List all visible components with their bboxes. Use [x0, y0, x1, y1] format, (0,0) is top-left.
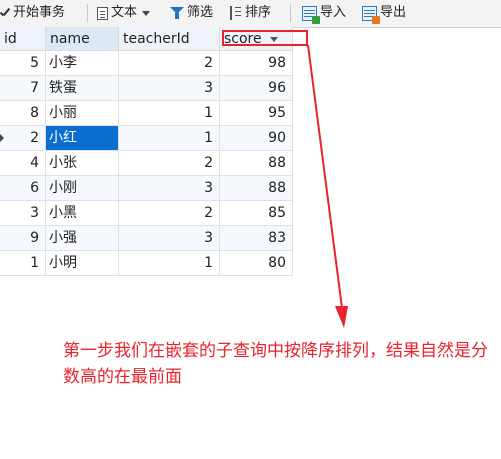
- annotation-arrow: [307, 44, 348, 328]
- annotation-text: 第一步我们在嵌套的子查询中按降序排列，结果自然是分数高的在最前面: [63, 341, 488, 387]
- arrow-head: [335, 306, 348, 328]
- arrow-line: [307, 44, 343, 309]
